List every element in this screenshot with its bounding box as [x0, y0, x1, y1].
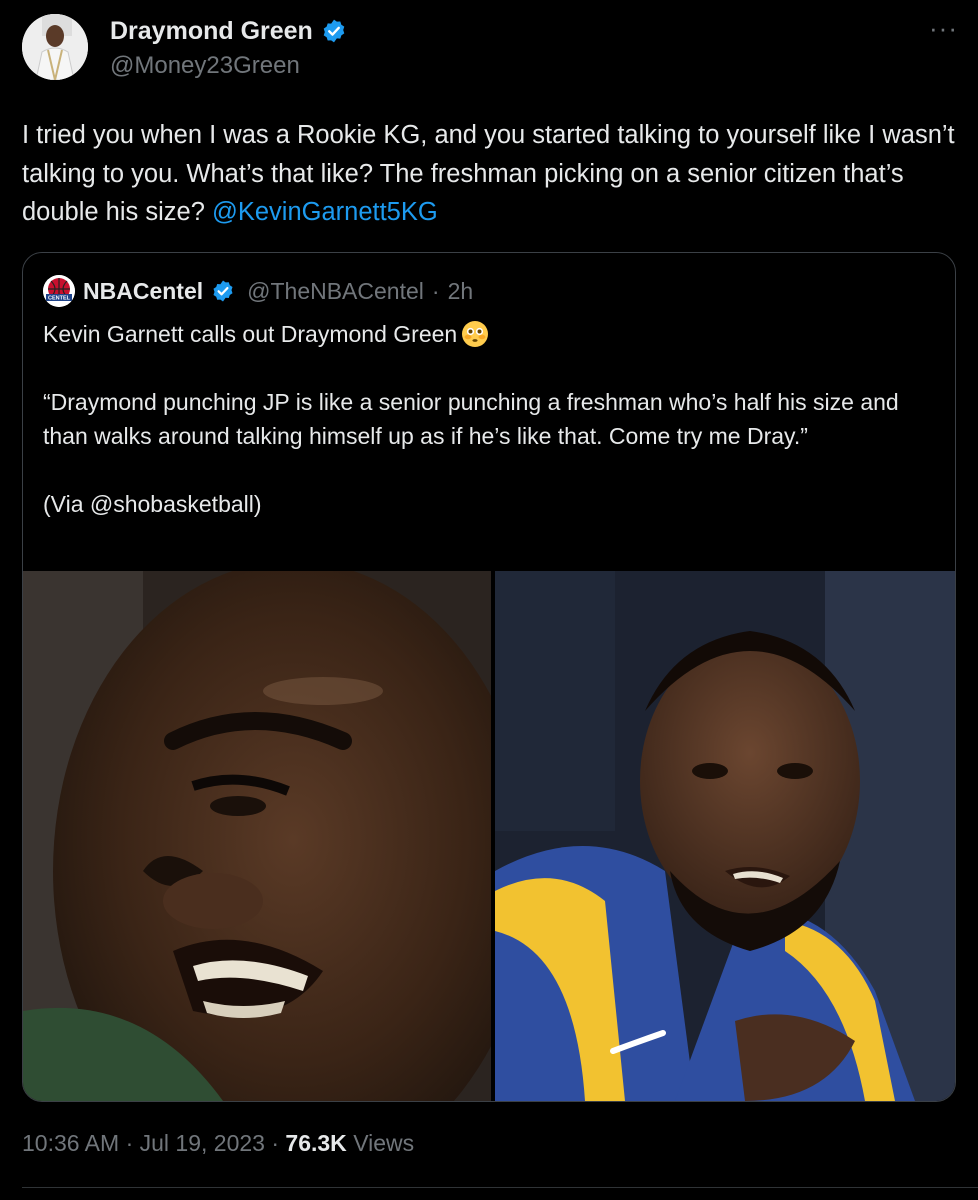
draymond-green-photo-icon	[495, 571, 955, 1101]
tweet-text: I tried you when I was a Rookie KG, and …	[22, 116, 962, 232]
quoted-time[interactable]: 2h	[448, 278, 474, 305]
photo-right[interactable]	[495, 571, 955, 1101]
tweet: Draymond Green @Money23Green ··· I tried…	[0, 0, 978, 1200]
logo-text: CENTEL	[48, 296, 71, 302]
more-options-icon[interactable]: ···	[929, 15, 958, 41]
photo-left[interactable]	[23, 571, 491, 1101]
meta-separator-2: ·	[271, 1130, 280, 1156]
tweet-body: I tried you when I was a Rookie KG, and …	[22, 121, 955, 226]
post-date[interactable]: Jul 19, 2023	[140, 1130, 265, 1156]
quoted-header: CENTEL NBACentel @TheNBACentel · 2h	[43, 275, 473, 307]
meta-separator: ·	[125, 1130, 134, 1156]
author-handle[interactable]: @Money23Green	[110, 52, 300, 80]
kevin-garnett-photo-icon	[23, 571, 491, 1101]
quoted-verified-badge-icon	[211, 279, 235, 303]
post-time[interactable]: 10:36 AM	[22, 1130, 119, 1156]
quoted-separator: ·	[431, 277, 440, 304]
views-count: 76.3K	[285, 1130, 347, 1156]
quoted-tweet[interactable]: CENTEL NBACentel @TheNBACentel · 2h Kevi…	[22, 252, 956, 1102]
quoted-line-1: Kevin Garnett calls out Draymond Green	[43, 317, 943, 351]
tweet-meta: 10:36 AM · Jul 19, 2023 · 76.3K Views	[22, 1128, 414, 1158]
verified-badge-icon	[321, 18, 347, 44]
author-avatar[interactable]	[22, 14, 88, 80]
flushed-face-emoji-icon	[461, 320, 489, 348]
divider	[22, 1187, 978, 1188]
quoted-author-handle[interactable]: @TheNBACentel	[247, 278, 424, 305]
views-label: Views	[353, 1130, 415, 1156]
nbacentel-logo-icon[interactable]: CENTEL	[43, 275, 75, 307]
quoted-line-3: (Via @shobasketball)	[43, 491, 262, 517]
quoted-line-1-text: Kevin Garnett calls out Draymond Green	[43, 321, 458, 347]
quoted-media[interactable]	[23, 571, 955, 1101]
mention-link[interactable]: @KevinGarnett5KG	[212, 198, 438, 226]
avatar-photo-icon	[22, 14, 88, 80]
quoted-text: Kevin Garnett calls out Draymond Green “…	[43, 317, 943, 521]
author-name-row[interactable]: Draymond Green	[110, 16, 347, 46]
author-name[interactable]: Draymond Green	[110, 16, 313, 46]
quoted-author-name[interactable]: NBACentel	[83, 278, 203, 305]
quoted-line-2: “Draymond punching JP is like a senior p…	[43, 389, 899, 449]
